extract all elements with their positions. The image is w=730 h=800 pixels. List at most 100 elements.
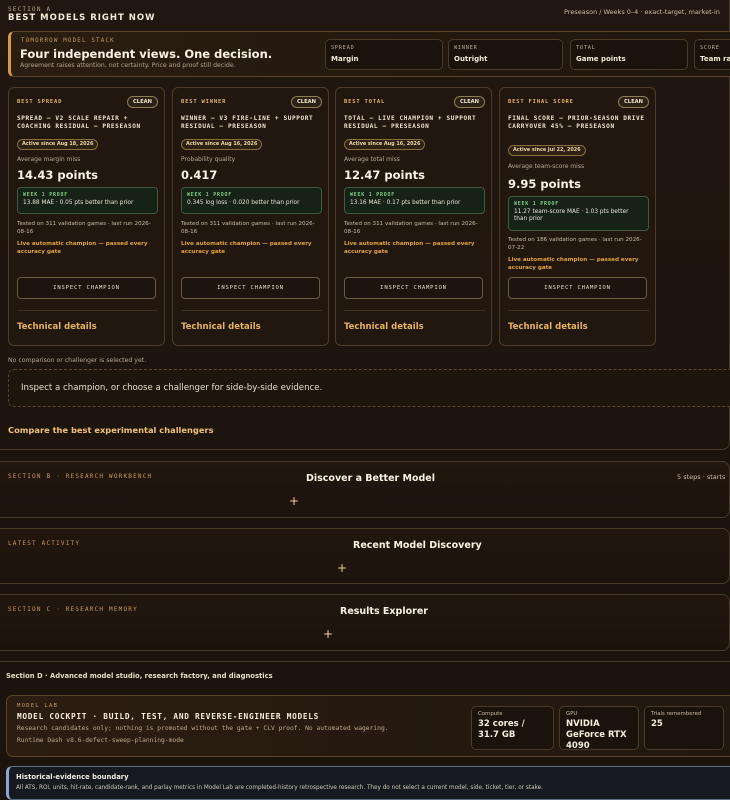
inspect-champion-button[interactable]: INSPECT CHAMPION <box>17 277 156 299</box>
live-champion-status: Live automatic champion — passed every a… <box>508 257 639 271</box>
model-lab-title: MODEL COCKPIT · BUILD, TEST, AND REVERSE… <box>17 712 320 721</box>
chip-value: Team range <box>700 55 730 63</box>
inspect-champion-button[interactable]: INSPECT CHAMPION <box>508 277 647 299</box>
historical-evidence-notice: Historical-evidence boundary All ATS, RO… <box>6 766 730 800</box>
activity-title: Recent Model Discovery <box>353 540 482 551</box>
tomorrow-model-stack: TOMORROW MODEL STACK Four independent vi… <box>8 31 730 77</box>
week-proof-box: WEEK 1 PROOF 11.27 team-score MAE · 1.03… <box>508 196 649 231</box>
comparison-prompt: Inspect a champion, or choose a challeng… <box>21 383 323 393</box>
chip-value: Game points <box>576 55 626 63</box>
metric-label: Average margin miss <box>17 156 81 163</box>
tested-info: Tested on 311 validation games · last ru… <box>181 221 315 235</box>
expand-icon[interactable]: + <box>323 627 333 641</box>
model-lab-panel: MODEL LAB MODEL COCKPIT · BUILD, TEST, A… <box>6 695 730 757</box>
comparison-status: No comparison or challenger is selected … <box>8 357 147 364</box>
resource-key: Compute <box>478 711 503 717</box>
compare-challengers-link[interactable]: Compare the best experimental challenger… <box>8 425 214 435</box>
stack-label: TOMORROW MODEL STACK <box>21 38 115 44</box>
section-a-label: SECTION A <box>8 6 52 13</box>
metric-value: 0.417 <box>181 168 218 182</box>
resource-value: 32 cores / 31.7 GB <box>478 719 525 740</box>
tested-info: Tested on 311 validation games · last ru… <box>344 221 478 235</box>
live-champion-status: Live automatic champion — passed every a… <box>17 241 148 255</box>
section-latest-activity[interactable]: LATEST ACTIVITY Recent Model Discovery + <box>0 528 730 584</box>
proof-label: WEEK 1 PROOF <box>514 201 559 207</box>
section-d-divider <box>0 661 730 662</box>
clean-badge: CLEAN <box>617 96 649 108</box>
resource-value: 25 <box>651 719 663 729</box>
technical-details-toggle[interactable]: Technical details <box>181 322 261 332</box>
card-divider <box>181 310 322 311</box>
technical-details-toggle[interactable]: Technical details <box>17 322 97 332</box>
clean-badge: CLEAN <box>290 96 322 108</box>
champion-card-spread: BEST SPREAD CLEAN SPREAD — V2 SCALE REPA… <box>8 87 165 346</box>
resource-value: NVIDIA GeForce RTX 4090 <box>566 719 627 751</box>
chip-key: SCORE <box>700 45 720 51</box>
compute-resource: Compute 32 cores / 31.7 GB <box>471 706 554 750</box>
model-lab-label: MODEL LAB <box>17 703 59 709</box>
tested-info: Tested on 186 validation games · last ru… <box>508 237 642 251</box>
inspect-champion-button[interactable]: INSPECT CHAMPION <box>181 277 320 299</box>
comparison-placeholder: Inspect a champion, or choose a challeng… <box>8 369 730 407</box>
stack-headline: Four independent views. One decision. <box>20 47 273 61</box>
expand-icon[interactable]: + <box>289 494 299 508</box>
stack-subline: Agreement raises attention, not certaint… <box>20 62 236 69</box>
section-c-title: Results Explorer <box>340 606 428 617</box>
technical-details-toggle[interactable]: Technical details <box>508 322 588 332</box>
champion-card-final-score: BEST FINAL SCORE CLEAN FINAL SCORE — PRI… <box>499 87 656 346</box>
clean-badge: CLEAN <box>126 96 158 108</box>
historical-title: Historical-evidence boundary <box>16 773 129 781</box>
section-b-label: SECTION B · RESEARCH WORKBENCH <box>8 473 153 480</box>
active-since-badge: Active since Aug 18, 2026 <box>17 139 99 150</box>
chip-value: Margin <box>331 55 359 63</box>
metric-value: 9.95 points <box>508 177 581 191</box>
chip-key: SPREAD <box>331 45 355 51</box>
gpu-resource: GPU NVIDIA GeForce RTX 4090 <box>559 706 639 751</box>
metric-label: Average team-score miss <box>508 163 585 170</box>
card-divider <box>508 310 649 311</box>
champion-card-total: BEST TOTAL CLEAN TOTAL — LIVE CHAMPION +… <box>335 87 492 346</box>
clean-badge: CLEAN <box>453 96 485 108</box>
section-d-summary[interactable]: Section D · Advanced model studio, resea… <box>6 672 273 680</box>
section-b-title: Discover a Better Model <box>306 473 435 484</box>
section-best-models: SECTION A BEST MODELS RIGHT NOW Preseaso… <box>0 0 730 450</box>
proof-value: 13.16 MAE · 0.17 pts better than prior <box>350 200 461 206</box>
chip-key: WINNER <box>454 45 478 51</box>
stack-chip-spread[interactable]: SPREAD Margin <box>325 39 443 70</box>
proof-label: WEEK 1 PROOF <box>350 192 395 198</box>
trials-resource: Trials remembered 25 <box>644 706 724 750</box>
section-a-title: BEST MODELS RIGHT NOW <box>8 13 156 23</box>
expand-icon[interactable]: + <box>337 561 347 575</box>
card-kicker: BEST TOTAL <box>344 99 386 105</box>
tested-info: Tested on 311 validation games · last ru… <box>17 221 151 235</box>
metric-label: Probability quality <box>181 156 236 163</box>
section-c-label: SECTION C · RESEARCH MEMORY <box>8 606 138 613</box>
stack-chip-total[interactable]: TOTAL Game points <box>570 39 688 70</box>
resource-key: GPU <box>566 711 578 717</box>
active-since-badge: Active since Aug 16, 2026 <box>344 139 426 150</box>
card-kicker: BEST FINAL SCORE <box>508 99 574 105</box>
section-a-meta: Preseason / Weeks 0–4 · exact-target, ma… <box>564 8 720 16</box>
section-research-workbench[interactable]: SECTION B · RESEARCH WORKBENCH Discover … <box>0 461 730 518</box>
chip-value: Outright <box>454 55 488 63</box>
section-b-meta: 5 steps · starts <box>677 473 726 481</box>
model-lab-subline: Research candidates only; nothing is pro… <box>17 725 389 732</box>
section-research-memory[interactable]: SECTION C · RESEARCH MEMORY Results Expl… <box>0 594 730 651</box>
champion-card-winner: BEST WINNER CLEAN WINNER — V3 FIRE-LINE … <box>172 87 329 346</box>
champion-name: SPREAD — V2 SCALE REPAIR + COACHING RESI… <box>17 115 141 130</box>
champion-name: TOTAL — LIVE CHAMPION + SUPPORT RESIDUAL… <box>344 115 477 130</box>
stack-chip-score[interactable]: SCORE Team range <box>694 39 730 70</box>
active-since-badge: Active since Aug 16, 2026 <box>181 139 263 150</box>
historical-body: All ATS, ROI, units, hit-rate, candidate… <box>16 785 543 791</box>
card-divider <box>344 310 485 311</box>
technical-details-toggle[interactable]: Technical details <box>344 322 424 332</box>
inspect-champion-button[interactable]: INSPECT CHAMPION <box>344 277 483 299</box>
proof-value: 0.345 log loss · 0.020 better than prior <box>187 200 300 206</box>
resource-key: Trials remembered <box>651 711 702 717</box>
stack-chip-winner[interactable]: WINNER Outright <box>448 39 563 70</box>
metric-label: Average total miss <box>344 156 400 163</box>
activity-label: LATEST ACTIVITY <box>8 540 81 547</box>
chip-key: TOTAL <box>576 45 596 51</box>
champion-name: WINNER — V3 FIRE-LINE + SUPPORT RESIDUAL… <box>181 115 314 130</box>
proof-label: WEEK 1 PROOF <box>187 192 232 198</box>
